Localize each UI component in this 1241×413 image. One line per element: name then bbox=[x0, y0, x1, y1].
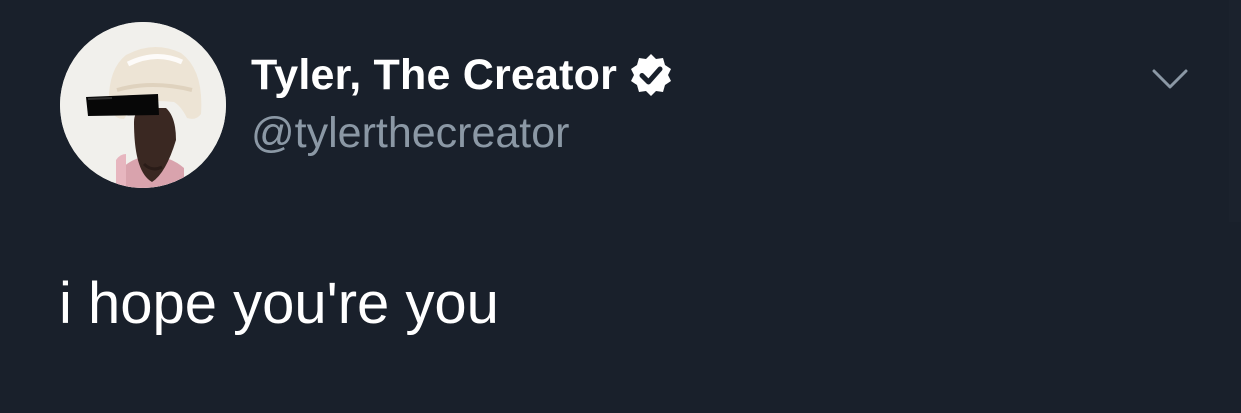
author-handle[interactable]: @tylerthecreator bbox=[251, 108, 570, 158]
right-edge-panel bbox=[1229, 0, 1241, 222]
tweet-card: Tyler, The Creator @tylerthecreator i ho… bbox=[0, 0, 1241, 413]
avatar-image bbox=[60, 22, 226, 188]
author-name-row[interactable]: Tyler, The Creator bbox=[251, 50, 673, 100]
tweet-text: i hope you're you bbox=[59, 271, 499, 336]
author-display-name[interactable]: Tyler, The Creator bbox=[251, 50, 617, 100]
verified-badge-icon bbox=[629, 53, 673, 97]
avatar[interactable] bbox=[60, 22, 226, 188]
chevron-down-icon[interactable] bbox=[1151, 64, 1189, 94]
